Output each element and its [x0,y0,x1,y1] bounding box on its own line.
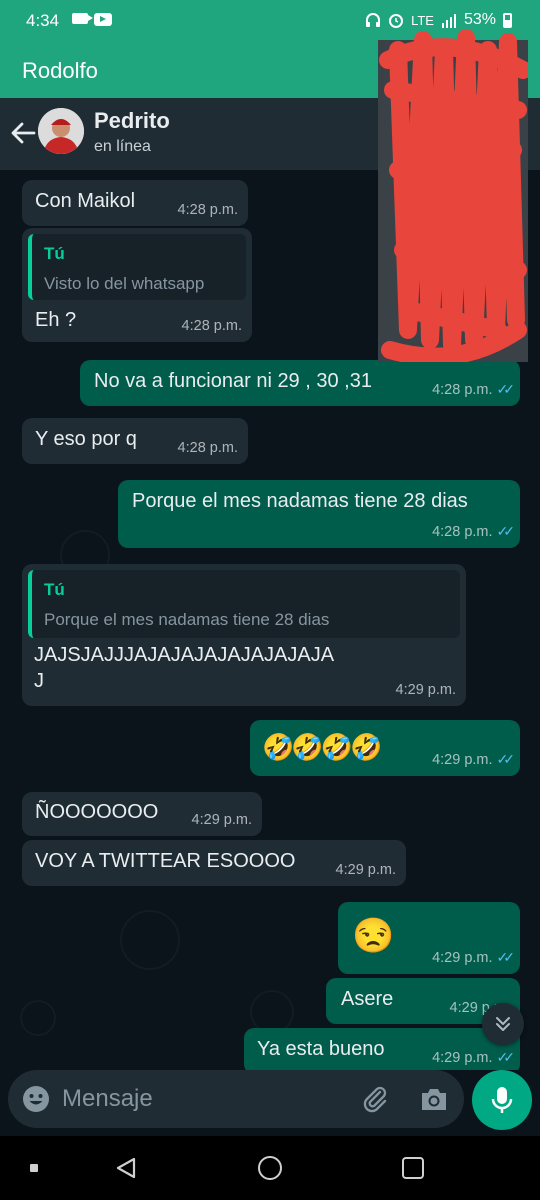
status-notifications [72,13,112,26]
composer-bar [0,1070,540,1136]
message-meta: 4:29 p.m. ✓✓ [432,751,516,768]
message-time: 4:28 p.m. [181,318,242,334]
message-text: No va a funcionar ni 29 , 30 ,31 [94,370,372,392]
censored-notification-overlay [378,30,528,362]
read-ticks-icon: ✓✓ [496,949,516,965]
message-time: 4:28 p.m. [432,382,493,398]
message-text: Eh ? [35,309,77,331]
wallpaper-doodle [120,910,180,970]
message-bubble-incoming[interactable]: Con Maikol 4:28 p.m. [22,180,248,226]
headphones-icon [366,13,381,27]
read-ticks-icon: ✓✓ [496,1049,516,1065]
contact-avatar[interactable] [38,108,84,154]
emoji-icon[interactable] [22,1085,50,1113]
message-text: Ya esta bueno [257,1038,385,1060]
message-bubble-outgoing[interactable]: Ya esta bueno 4:29 p.m. ✓✓ [244,1028,520,1070]
composer-pill [8,1070,464,1128]
message-bubble-outgoing[interactable]: 😒 4:29 p.m. ✓✓ [338,902,520,974]
message-input[interactable] [62,1082,342,1116]
avatar-image [38,108,84,154]
quote-author: Tú [44,580,65,599]
status-right-group: LTE 53% [365,11,512,29]
battery-icon [503,12,512,28]
quoted-message[interactable]: Tú Porque el mes nadamas tiene 28 dias [28,570,460,638]
message-bubble-incoming[interactable]: Y eso por q 4:28 p.m. [22,418,248,464]
message-text: 😒 [352,917,395,955]
message-text-line: J [34,670,44,692]
nav-recents-icon[interactable] [402,1157,424,1179]
message-time: 4:28 p.m. [432,524,493,540]
quoted-message[interactable]: Tú Visto lo del whatsapp [28,234,246,300]
nav-back-icon[interactable] [114,1156,138,1180]
camera-icon[interactable] [420,1086,448,1112]
message-text: 🤣🤣🤣🤣 [262,732,382,762]
message-bubble-outgoing[interactable]: 🤣🤣🤣🤣 4:29 p.m. ✓✓ [250,720,520,776]
message-bubble-outgoing[interactable]: No va a funcionar ni 29 , 30 ,31 4:28 p.… [80,360,520,406]
youtube-icon [94,13,112,26]
status-time: 4:34 [26,11,60,30]
message-bubble-incoming[interactable]: ÑOOOOOOO 4:29 p.m. [22,792,262,836]
alarm-icon [389,14,404,28]
message-meta: 4:28 p.m. ✓✓ [432,523,516,540]
signal-icon [441,13,456,28]
read-ticks-icon: ✓✓ [496,381,516,397]
message-bubble-incoming[interactable]: Tú Visto lo del whatsapp Eh ? 4:28 p.m. [22,228,252,342]
message-meta: 4:29 p.m. ✓✓ [432,1049,516,1066]
message-time: 4:28 p.m. [177,202,238,218]
message-meta: 4:28 p.m. ✓✓ [432,381,516,398]
message-time: 4:29 p.m. [432,1050,493,1066]
message-time: 4:29 p.m. [432,950,493,966]
nav-indicator-icon [30,1164,38,1172]
battery-percent: 53% [463,11,496,28]
message-meta: 4:29 p.m. ✓✓ [432,949,516,966]
message-text: Porque el mes nadamas tiene 28 dias [132,490,468,512]
background-app-title: Rodolfo [22,58,98,83]
wallpaper-doodle [20,1000,56,1036]
red-scribble [379,30,528,362]
read-ticks-icon: ✓✓ [496,751,516,767]
nav-home-icon[interactable] [258,1156,282,1180]
lte-indicator: LTE [411,12,434,28]
message-text-line: JAJSJAJJJAJAJAJAJAJAJAJAJA [34,644,335,666]
message-bubble-incoming[interactable]: VOY A TWITTEAR ESOOOO 4:29 p.m. [22,840,406,886]
message-text: ÑOOOOOOO [35,801,159,823]
microphone-icon [491,1087,513,1113]
message-text: Y eso por q [35,428,137,450]
message-time: 4:28 p.m. [177,440,238,456]
contact-status: en línea [94,138,151,155]
paperclip-icon[interactable] [360,1084,390,1114]
quote-text: Visto lo del whatsapp [44,274,205,293]
message-text: Con Maikol [35,190,136,212]
message-text: VOY A TWITTEAR ESOOOO [35,850,296,872]
video-camera-icon [72,13,93,24]
message-bubble-outgoing[interactable]: Porque el mes nadamas tiene 28 dias 4:28… [118,480,520,548]
system-nav-bar [0,1136,540,1200]
message-time: 4:29 p.m. [335,862,396,878]
quote-text: Porque el mes nadamas tiene 28 dias [44,610,330,629]
read-ticks-icon: ✓✓ [496,523,516,539]
scroll-to-bottom-button[interactable] [482,1003,524,1045]
message-text: Asere [341,988,394,1010]
message-time: 4:29 p.m. [432,752,493,768]
microphone-button[interactable] [472,1070,532,1130]
contact-name[interactable]: Pedrito [94,108,170,134]
message-time: 4:29 p.m. [191,812,252,828]
arrow-left-icon[interactable] [8,118,38,148]
message-bubble-incoming[interactable]: Tú Porque el mes nadamas tiene 28 dias J… [22,564,466,706]
message-time: 4:29 p.m. [395,682,456,698]
quote-author: Tú [44,244,65,263]
double-chevron-down-icon [496,1017,510,1031]
